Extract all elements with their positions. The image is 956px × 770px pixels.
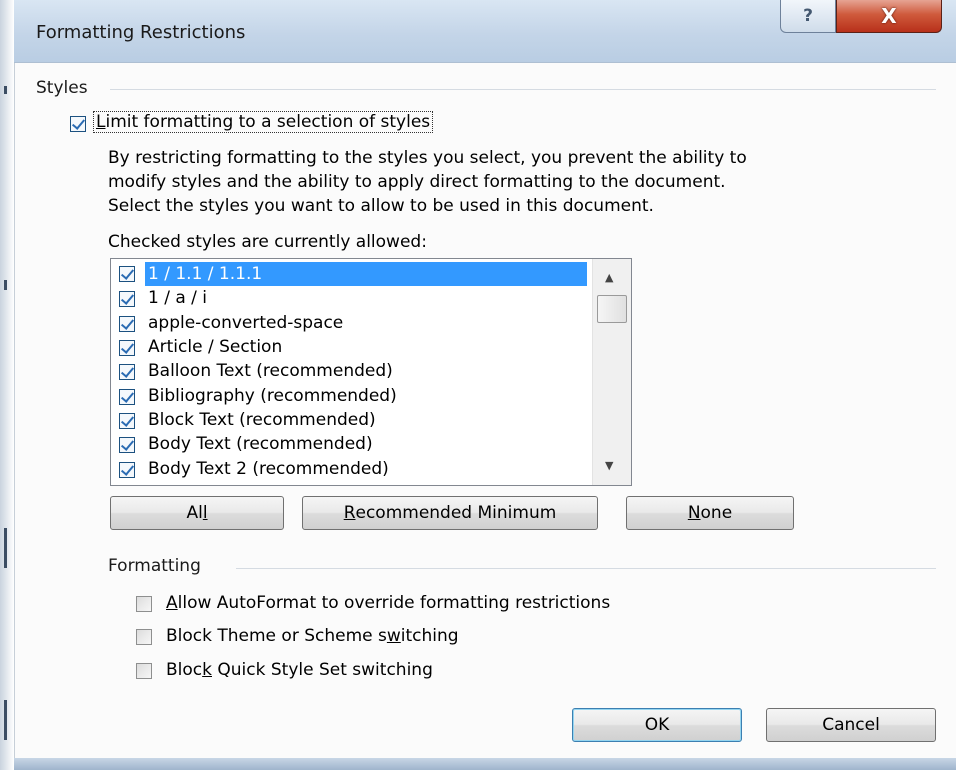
style-label: Bibliography (recommended): [148, 386, 397, 406]
list-item[interactable]: Bibliography (recommended): [111, 385, 591, 409]
style-label: Body Text 2 (recommended): [148, 459, 389, 479]
style-label: Body Text (recommended): [148, 434, 373, 454]
help-icon: ?: [803, 6, 813, 26]
styles-separator: [110, 89, 936, 90]
limit-formatting-checkbox[interactable]: [70, 116, 86, 132]
cancel-button[interactable]: Cancel: [766, 708, 936, 742]
ok-button[interactable]: OK: [572, 708, 742, 742]
description-line: By restricting formatting to the styles …: [108, 148, 747, 168]
list-item[interactable]: Body Text (recommended): [111, 433, 591, 457]
allow-autoformat-checkbox[interactable]: [136, 596, 152, 612]
window-edge: [0, 0, 14, 770]
block-theme-checkbox[interactable]: [136, 629, 152, 645]
scroll-thumb[interactable]: [597, 295, 627, 323]
edge-mark: [4, 86, 7, 94]
style-checkbox[interactable]: [119, 340, 135, 356]
styles-section-label: Styles: [36, 78, 94, 98]
description-line: modify styles and the ability to apply d…: [108, 172, 726, 192]
style-label: Block Text (recommended): [148, 410, 376, 430]
restriction-description: By restricting formatting to the styles …: [108, 146, 948, 218]
list-item[interactable]: Body Text 2 (recommended): [111, 458, 591, 482]
block-quick-style-label[interactable]: Block Quick Style Set switching: [166, 660, 433, 680]
edge-mark: [4, 280, 7, 290]
window-bottom-edge: [14, 758, 956, 770]
style-label: 1 / a / i: [148, 288, 208, 308]
list-item[interactable]: Article / Section: [111, 336, 591, 360]
list-item[interactable]: Block Text (recommended): [111, 409, 591, 433]
style-checkbox[interactable]: [119, 291, 135, 307]
scroll-up-arrow-icon[interactable]: ▲: [605, 271, 613, 284]
limit-formatting-label[interactable]: Limit formatting to a selection of style…: [92, 111, 434, 133]
list-item[interactable]: 1 / 1.1 / 1.1.1: [111, 262, 591, 286]
style-label: apple-converted-space: [148, 313, 344, 333]
formatting-section-label: Formatting: [108, 556, 207, 576]
list-item[interactable]: 1 / a / i: [111, 287, 591, 311]
block-quick-style-checkbox[interactable]: [136, 663, 152, 679]
style-checkbox[interactable]: [119, 364, 135, 380]
list-scrollbar[interactable]: ▲ ▼: [592, 259, 631, 485]
formatting-separator: [236, 568, 936, 569]
style-checkbox[interactable]: [119, 437, 135, 453]
close-button[interactable]: X: [836, 0, 942, 33]
help-button[interactable]: ?: [780, 0, 836, 33]
style-checkbox[interactable]: [119, 462, 135, 478]
style-checkbox[interactable]: [119, 389, 135, 405]
style-label: Article / Section: [148, 337, 283, 357]
edge-mark: [4, 528, 7, 568]
list-caption: Checked styles are currently allowed:: [108, 232, 427, 252]
style-label: Balloon Text (recommended): [148, 361, 393, 381]
recommended-minimum-button[interactable]: Recommended Minimum: [302, 496, 598, 530]
block-theme-label[interactable]: Block Theme or Scheme switching: [166, 626, 459, 646]
select-none-button[interactable]: None: [626, 496, 794, 530]
window-title: Formatting Restrictions: [36, 22, 246, 43]
styles-listbox[interactable]: 1 / 1.1 / 1.1.1 1 / a / i apple-converte…: [110, 258, 632, 486]
title-bar[interactable]: Formatting Restrictions ? X: [14, 0, 956, 63]
list-item[interactable]: apple-converted-space: [111, 312, 591, 336]
select-all-button[interactable]: Al l: [110, 496, 284, 530]
scroll-down-arrow-icon[interactable]: ▼: [605, 459, 613, 472]
description-line: Select the styles you want to allow to b…: [108, 196, 654, 216]
style-checkbox[interactable]: [119, 266, 135, 282]
list-item[interactable]: Balloon Text (recommended): [111, 360, 591, 384]
style-checkbox[interactable]: [119, 413, 135, 429]
close-icon: X: [881, 4, 897, 28]
allow-autoformat-label[interactable]: Allow AutoFormat to override formatting …: [166, 593, 610, 613]
style-label: 1 / 1.1 / 1.1.1: [145, 262, 587, 286]
edge-mark: [4, 700, 7, 740]
style-checkbox[interactable]: [119, 316, 135, 332]
